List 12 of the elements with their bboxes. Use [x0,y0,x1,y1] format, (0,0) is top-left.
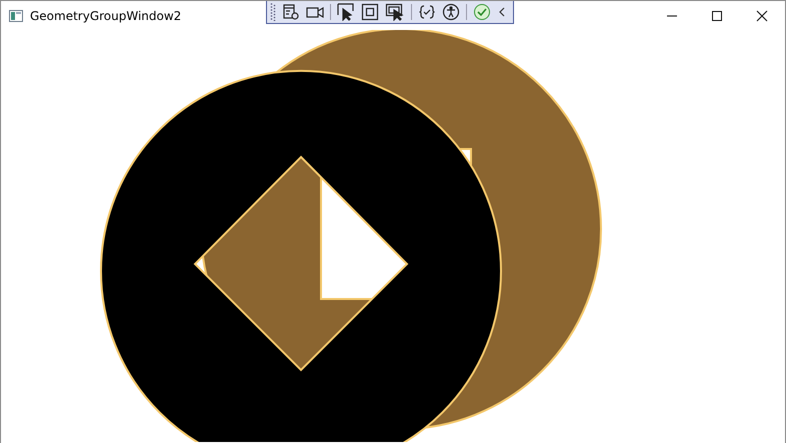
checkmark-icon[interactable] [473,3,491,21]
window-title: GeometryGroupWindow2 [30,8,182,22]
maximize-icon[interactable] [711,10,723,22]
close-icon[interactable] [756,10,768,22]
accessibility-icon[interactable] [442,3,460,21]
window-icon [9,10,23,22]
pointer-select-icon[interactable] [337,3,355,21]
binding-icon[interactable] [418,3,436,21]
live-tree-icon[interactable] [282,3,300,21]
grip-icon[interactable] [270,3,276,21]
square-frame-icon[interactable] [361,3,379,21]
element-select-icon[interactable] [385,3,405,21]
